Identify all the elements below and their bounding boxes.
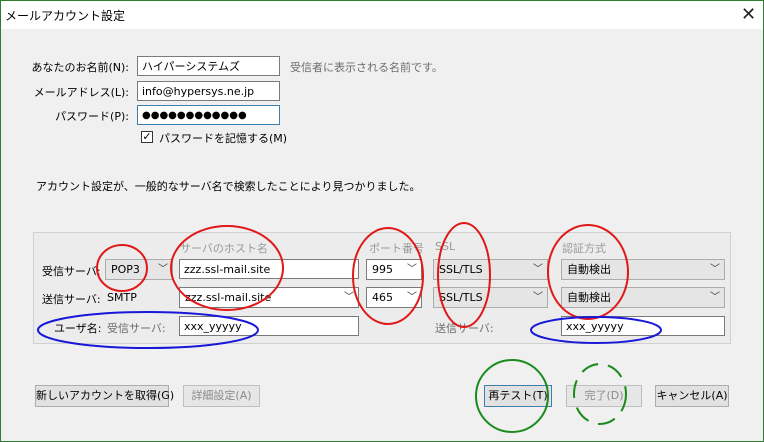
ssl-column-header: SSL: [435, 240, 456, 253]
chevron-down-icon: ﹀: [533, 264, 543, 275]
chevron-down-icon: ﹀: [344, 292, 354, 303]
retest-button[interactable]: 再テスト(T): [484, 385, 552, 407]
auth-column-header: 認証方式: [562, 242, 606, 255]
cancel-button[interactable]: キャンセル(A): [655, 385, 729, 407]
advanced-settings-button[interactable]: 詳細設定(A): [183, 385, 260, 407]
password-field[interactable]: [137, 105, 280, 125]
outgoing-port-select[interactable]: 465 ﹀: [366, 287, 422, 308]
search-result-message: アカウント設定が、一般的なサーバ名で検索したことにより見つかりました。: [36, 180, 421, 193]
done-button[interactable]: 完了(D): [566, 385, 642, 407]
username-incoming-label: 受信サーバ:: [107, 322, 166, 335]
close-icon[interactable]: ✕: [734, 1, 763, 29]
outgoing-auth-select[interactable]: 自動検出 ﹀: [561, 287, 725, 308]
name-label: あなたのお名前(N):: [31, 61, 129, 74]
incoming-auth-select[interactable]: 自動検出 ﹀: [561, 259, 725, 280]
password-label: パスワード(P):: [55, 110, 129, 123]
incoming-port-select[interactable]: 995 ﹀: [366, 259, 422, 280]
check-icon: ✓: [142, 130, 152, 143]
name-hint: 受信者に表示される名前です。: [290, 61, 443, 74]
incoming-host-field[interactable]: [179, 259, 359, 279]
remember-password-checkbox[interactable]: ✓: [141, 131, 153, 143]
outgoing-port-value: 465: [372, 291, 393, 304]
new-account-button[interactable]: 新しいアカウントを取得(G): [35, 385, 174, 407]
outgoing-host-select[interactable]: zzz.ssl-mail.site ﹀: [179, 287, 359, 308]
chevron-down-icon: ﹀: [710, 264, 720, 275]
incoming-port-value: 995: [372, 263, 393, 276]
outgoing-ssl-value: SSL/TLS: [439, 291, 483, 304]
outgoing-protocol-label: SMTP: [107, 291, 137, 304]
incoming-protocol-value: POP3: [111, 263, 140, 276]
outgoing-ssl-select[interactable]: SSL/TLS ﹀: [433, 287, 548, 308]
username-incoming-field[interactable]: [179, 316, 359, 336]
name-field[interactable]: [137, 56, 280, 76]
chevron-down-icon: ﹀: [533, 292, 543, 303]
username-outgoing-label: 送信サーバ:: [435, 322, 494, 335]
incoming-protocol-select[interactable]: POP3 ﹀: [105, 259, 173, 280]
incoming-auth-value: 自動検出: [567, 263, 611, 276]
chevron-down-icon: ﹀: [407, 292, 417, 303]
email-field[interactable]: [137, 81, 280, 101]
outgoing-auth-value: 自動検出: [567, 291, 611, 304]
outgoing-host-value: zzz.ssl-mail.site: [185, 291, 272, 304]
chevron-down-icon: ﹀: [158, 264, 168, 275]
host-column-header: サーバのホスト名: [180, 242, 268, 255]
chevron-down-icon: ﹀: [710, 292, 720, 303]
username-label: ユーザ名:: [54, 322, 102, 335]
username-outgoing-field[interactable]: [561, 316, 725, 336]
remember-password-label: パスワードを記憶する(M): [159, 132, 288, 145]
email-label: メールアドレス(L):: [33, 86, 129, 99]
title-bar: メールアカウント設定 ✕: [1, 1, 763, 29]
incoming-ssl-value: SSL/TLS: [439, 263, 483, 276]
outgoing-server-label: 送信サーバ:: [42, 293, 101, 306]
incoming-server-label: 受信サーバ:: [42, 265, 101, 278]
port-column-header: ポート番号: [369, 242, 424, 255]
incoming-ssl-select[interactable]: SSL/TLS ﹀: [433, 259, 548, 280]
window-title: メールアカウント設定: [5, 9, 126, 23]
chevron-down-icon: ﹀: [407, 264, 417, 275]
